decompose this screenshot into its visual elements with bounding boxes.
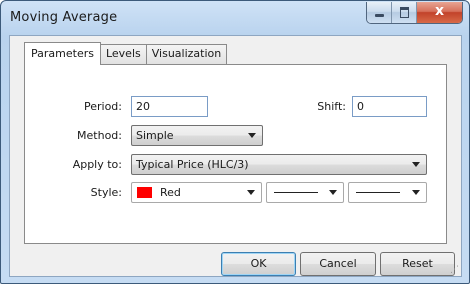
parameters-panel: Period: 20 Shift: 0 Method: Simple Apply… bbox=[24, 64, 447, 244]
cancel-button[interactable]: Cancel bbox=[300, 252, 376, 276]
style-color-name: Red bbox=[160, 186, 181, 199]
reset-button[interactable]: Reset bbox=[380, 252, 455, 276]
apply-to-label: Apply to: bbox=[72, 158, 122, 171]
title-bar[interactable]: Moving Average x bbox=[1, 1, 469, 35]
tab-visualization[interactable]: Visualization bbox=[145, 44, 228, 64]
minimize-button[interactable] bbox=[367, 2, 392, 23]
style-color-select[interactable]: Red bbox=[131, 182, 262, 203]
line-width-select[interactable] bbox=[348, 182, 427, 203]
chevron-down-icon bbox=[329, 190, 337, 195]
method-label: Method: bbox=[77, 129, 122, 142]
close-icon: x bbox=[434, 3, 445, 19]
apply-to-select[interactable]: Typical Price (HLC/3) bbox=[131, 154, 427, 175]
shift-value: 0 bbox=[357, 100, 364, 113]
dialog-window: Moving Average x Parameters Levels Visua… bbox=[0, 0, 470, 284]
method-select[interactable]: Simple bbox=[131, 125, 263, 146]
line-style-select[interactable] bbox=[266, 182, 344, 203]
chevron-down-icon bbox=[248, 133, 256, 138]
period-input[interactable]: 20 bbox=[131, 96, 208, 117]
shift-label: Shift: bbox=[317, 100, 346, 113]
ok-button[interactable]: OK bbox=[221, 252, 296, 276]
style-label: Style: bbox=[90, 186, 122, 199]
chevron-down-icon bbox=[412, 162, 420, 167]
color-swatch bbox=[137, 187, 152, 198]
period-value: 20 bbox=[136, 100, 150, 113]
method-value: Simple bbox=[136, 129, 174, 142]
close-button[interactable]: x bbox=[417, 2, 462, 23]
tab-strip: Parameters Levels Visualization bbox=[24, 42, 228, 65]
tab-parameters[interactable]: Parameters bbox=[24, 42, 101, 65]
tab-levels[interactable]: Levels bbox=[99, 44, 147, 64]
chevron-down-icon bbox=[412, 190, 420, 195]
resize-grip-icon[interactable]: ⋰ bbox=[450, 265, 460, 275]
dialog-client-area: Parameters Levels Visualization Period: … bbox=[9, 35, 462, 277]
period-label: Period: bbox=[83, 100, 122, 113]
line-width-sample bbox=[356, 192, 400, 193]
chevron-down-icon bbox=[247, 190, 255, 195]
maximize-button[interactable] bbox=[392, 2, 417, 23]
caption-buttons: x bbox=[366, 2, 463, 24]
apply-to-value: Typical Price (HLC/3) bbox=[136, 158, 249, 171]
window-title: Moving Average bbox=[10, 10, 118, 25]
line-style-sample bbox=[274, 192, 318, 193]
shift-input[interactable]: 0 bbox=[352, 96, 427, 117]
